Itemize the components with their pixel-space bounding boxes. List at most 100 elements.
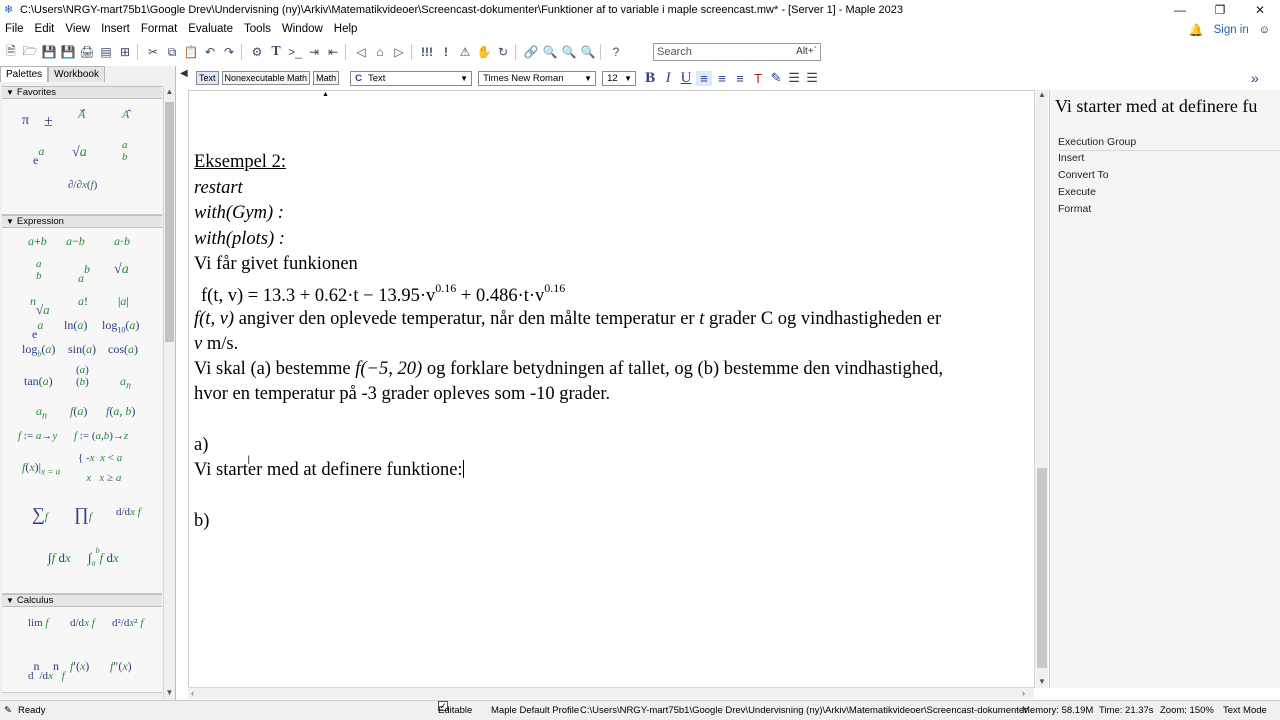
maximize-button[interactable]: ❐ [1200, 0, 1240, 20]
context-execute[interactable]: Execute [1058, 186, 1280, 198]
zoom-out-icon[interactable]: 🔍 [561, 44, 577, 60]
expression-section-header[interactable]: ▼ Expression [2, 215, 162, 228]
menu-insert[interactable]: Insert [96, 20, 136, 39]
paste-icon[interactable]: 📋 [183, 44, 199, 60]
back-icon[interactable]: ◁ [353, 44, 369, 60]
sign-in-link[interactable]: Sign in [1214, 24, 1249, 36]
new-document-icon[interactable]: 🗎 [3, 44, 19, 60]
scroll-up-icon[interactable]: ▲ [164, 86, 175, 97]
double-prime-template[interactable]: f″(x) [110, 659, 132, 674]
minimize-button[interactable]: — [1160, 0, 1200, 20]
scroll-down-icon[interactable]: ▼ [1035, 677, 1049, 686]
nth-derivative-template[interactable]: dn/dxn f [28, 659, 65, 682]
align-left-icon[interactable]: ≡ [696, 70, 713, 86]
exponential-template[interactable]: ea [33, 144, 44, 168]
pi-symbol[interactable]: π [22, 113, 29, 129]
sqrt-template[interactable]: √a [114, 262, 129, 278]
sum-template[interactable]: a+b [28, 234, 47, 249]
favorites-section-header[interactable]: ▼ Favorites [2, 86, 162, 99]
ln-template[interactable]: ln(a) [64, 318, 87, 333]
context-insert[interactable]: Insert [1058, 152, 1280, 164]
expand-context-panel-icon[interactable]: » [1251, 70, 1259, 86]
product-template[interactable]: a·b [114, 234, 130, 249]
zoom-in-icon[interactable]: 🔍 [542, 44, 558, 60]
indexed-template[interactable]: an [36, 404, 47, 421]
sin-template[interactable]: sin(a) [68, 342, 96, 357]
derivative-template[interactable]: d/dx f [116, 506, 141, 518]
search-input[interactable]: Search Alt+` [653, 43, 821, 61]
style-select[interactable]: C Text ▼ [350, 70, 473, 86]
cut-icon[interactable]: ✂ [145, 44, 161, 60]
binomial-template[interactable]: (a) (b) [76, 364, 89, 388]
undo-icon[interactable]: ↶ [202, 44, 218, 60]
plus-minus-symbol[interactable]: ± [44, 113, 53, 131]
summation-template[interactable]: ∑f [32, 504, 48, 525]
menu-view[interactable]: View [60, 20, 96, 39]
integral-template[interactable]: ∫f dx [48, 550, 71, 566]
zoom-fit-icon[interactable]: 🔍 [580, 44, 596, 60]
copy-icon[interactable]: ⧉ [164, 44, 180, 60]
second-derivative-template[interactable]: d²/dx² f [112, 617, 143, 629]
bullet-list-icon[interactable]: ☰ [786, 70, 802, 86]
scroll-down-icon[interactable]: ▼ [164, 687, 175, 698]
tab-workbook[interactable]: Workbook [48, 66, 105, 82]
prime-template[interactable]: f′(x) [70, 659, 89, 674]
document-vertical-scrollbar[interactable]: ▲ ▼ [1034, 90, 1048, 688]
vector-template[interactable]: A⃗ [78, 107, 85, 122]
derivative-template[interactable]: d/dx f [70, 617, 95, 629]
sqrt-template[interactable]: √a [72, 145, 87, 161]
save-icon[interactable]: 💾 [41, 44, 57, 60]
unit-vector-template[interactable]: Â [122, 107, 129, 122]
document-scroll-thumb[interactable] [1037, 468, 1047, 668]
menu-window[interactable]: Window [277, 20, 329, 39]
execute-icon[interactable]: ! [438, 44, 454, 60]
with-gym-command[interactable]: with(Gym) : [194, 203, 284, 224]
exp-template[interactable]: ea [32, 318, 43, 342]
font-select[interactable]: Times New Roman ▼ [478, 70, 597, 86]
logb-template[interactable]: logb(a) [22, 342, 55, 358]
bold-icon[interactable]: B [642, 70, 658, 87]
nth-root-template[interactable]: n√a [30, 294, 50, 318]
restart-command[interactable]: restart [194, 178, 243, 199]
debug-icon[interactable]: ⚠ [457, 44, 473, 60]
function-template[interactable]: f(a) [70, 404, 87, 419]
document-horizontal-scrollbar[interactable]: ‹ › [188, 687, 1034, 699]
fraction-template[interactable]: ab [36, 258, 42, 282]
text-mode-button[interactable]: Text [196, 71, 219, 85]
nonexecutable-math-button[interactable]: Nonexecutable Math [221, 71, 311, 85]
difference-template[interactable]: a−b [66, 234, 85, 249]
absolute-template[interactable]: |a| [118, 294, 129, 309]
print-preview-icon[interactable]: ▤ [98, 44, 114, 60]
cos-template[interactable]: cos(a) [108, 342, 138, 357]
indent-icon[interactable]: ⇥ [306, 44, 322, 60]
menu-evaluate[interactable]: Evaluate [183, 20, 239, 39]
open-icon[interactable]: 🗁 [22, 44, 38, 60]
help-icon[interactable]: ? [608, 44, 624, 60]
scroll-left-icon[interactable]: ‹ [191, 688, 194, 698]
palette-scrollbar[interactable]: ▲ ▼ [163, 86, 174, 698]
restart-icon[interactable]: ↻ [495, 44, 511, 60]
page-layout-icon[interactable]: ⊞ [117, 44, 133, 60]
insert-prompt-icon[interactable]: >_ [287, 44, 303, 60]
definite-integral-template[interactable]: ∫abf dx [88, 546, 119, 568]
eval-at-template[interactable]: f(x)|x = a [22, 460, 60, 476]
align-right-icon[interactable]: ≡ [732, 71, 748, 86]
calculus-section-header[interactable]: ▼ Calculus [2, 594, 162, 607]
with-plots-command[interactable]: with(plots) : [194, 229, 285, 250]
limit-template[interactable]: lim f [28, 617, 48, 629]
align-center-icon[interactable]: ≡ [714, 71, 730, 86]
partial-derivative-template[interactable]: ∂/∂x(f) [68, 179, 97, 191]
collapse-palette-icon[interactable]: ◀ [180, 68, 188, 79]
arrow-function-template[interactable]: f := a→y [18, 430, 57, 442]
menu-tools[interactable]: Tools [239, 20, 277, 39]
font-size-select[interactable]: 12 ▼ [602, 70, 637, 86]
scroll-up-icon[interactable]: ▲ [1035, 90, 1049, 99]
context-convert-to[interactable]: Convert To [1058, 169, 1280, 181]
save-as-icon[interactable]: 💾 [60, 44, 76, 60]
italic-icon[interactable]: I [660, 70, 676, 87]
underline-icon[interactable]: U [678, 70, 694, 87]
tab-palettes[interactable]: Palettes [0, 66, 49, 82]
worksheet-document[interactable]: ▲ Eksempel 2: restart with(Gym) : with(p… [188, 90, 1034, 688]
close-button[interactable]: ✕ [1240, 0, 1280, 20]
math-mode-button[interactable]: Math [313, 71, 340, 85]
